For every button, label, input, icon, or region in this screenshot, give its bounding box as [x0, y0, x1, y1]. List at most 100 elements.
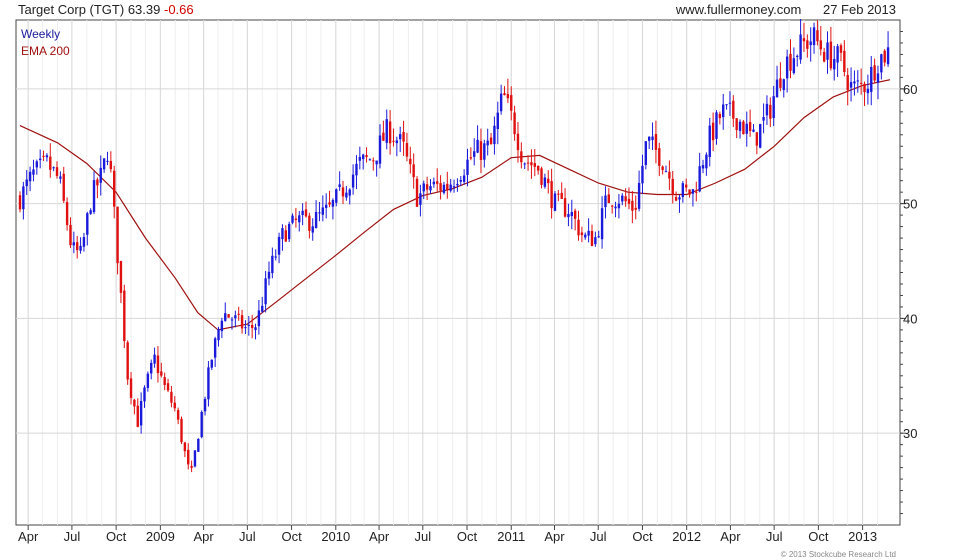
- chart-date: 27 Feb 2013: [822, 2, 896, 17]
- candle-body: [368, 159, 372, 161]
- candle-body: [267, 271, 271, 279]
- candle-body: [419, 193, 422, 205]
- candle-body: [274, 256, 277, 258]
- candle-body: [684, 184, 688, 188]
- candle-body: [116, 206, 119, 264]
- candle-body: [399, 134, 402, 140]
- candle-body: [291, 215, 294, 223]
- candle-body: [52, 167, 55, 169]
- candle-body: [96, 179, 99, 186]
- price-change: -0.66: [163, 2, 194, 17]
- candle-body: [176, 410, 180, 420]
- candle-body: [82, 237, 86, 247]
- candle-body: [86, 213, 89, 235]
- candle-body: [856, 80, 859, 82]
- candle-body: [496, 112, 499, 130]
- candle-body: [89, 210, 92, 214]
- candle-body: [395, 140, 399, 144]
- candle-body: [210, 359, 213, 368]
- candle-body: [361, 154, 365, 160]
- candle-body: [378, 135, 382, 164]
- candle-body: [143, 387, 146, 402]
- candle-body: [190, 465, 193, 468]
- y-tick-label: 40: [903, 311, 917, 326]
- candle-body: [271, 255, 274, 274]
- candle-body: [65, 202, 69, 226]
- candle-body: [792, 58, 796, 74]
- candle-body: [580, 232, 584, 236]
- candle-body: [573, 210, 577, 219]
- candle-body: [264, 278, 267, 305]
- x-tick-label: Apr: [720, 529, 741, 544]
- candle-body: [597, 236, 600, 238]
- candle-body: [261, 305, 264, 312]
- source-site: www.fullermoney.com: [675, 2, 802, 17]
- x-tick-label: Jul: [590, 529, 607, 544]
- candle-body: [499, 93, 503, 112]
- x-tick-label: Jul: [239, 529, 256, 544]
- candle-body: [728, 102, 732, 104]
- x-tick-label: Jul: [766, 529, 783, 544]
- candle-body: [72, 242, 76, 246]
- candle-body: [18, 195, 22, 210]
- candle-body: [644, 141, 648, 165]
- candle-body: [301, 210, 304, 216]
- candle-body: [55, 167, 59, 176]
- x-tick-label: Oct: [281, 529, 302, 544]
- candle-body: [846, 75, 849, 91]
- candle-body: [341, 187, 345, 197]
- candle-body: [715, 112, 718, 139]
- candle-body: [479, 141, 483, 160]
- candle-body: [92, 180, 96, 213]
- candle-body: [765, 103, 769, 116]
- candle-body: [681, 183, 685, 197]
- x-tick-label: 2011: [497, 529, 525, 544]
- candle-body: [139, 401, 143, 426]
- candle-body: [183, 442, 187, 452]
- candle-body: [119, 260, 123, 293]
- candle-body: [654, 134, 658, 150]
- candle-body: [170, 391, 173, 403]
- candle-body: [436, 181, 439, 184]
- candle-body: [224, 313, 227, 321]
- candle-body: [462, 175, 466, 182]
- x-tick-label: Oct: [457, 529, 478, 544]
- candle-body: [351, 174, 355, 188]
- candle-body: [160, 371, 163, 376]
- candle-body: [752, 129, 755, 132]
- candle-body: [748, 122, 752, 131]
- candle-body: [25, 179, 28, 187]
- candle-body: [173, 402, 176, 409]
- candle-body: [762, 117, 765, 121]
- candle-body: [614, 206, 617, 209]
- candle-body: [506, 93, 510, 99]
- candle-body: [180, 418, 183, 443]
- candle-body: [375, 160, 378, 165]
- candle-body: [785, 56, 789, 79]
- candle-body: [722, 104, 725, 118]
- candle-body: [311, 226, 314, 233]
- candle-body: [812, 27, 816, 46]
- candle-body: [738, 121, 742, 131]
- candle-body: [338, 184, 341, 188]
- candle-body: [469, 157, 473, 159]
- candle-body: [839, 45, 843, 53]
- candle-body: [294, 218, 298, 220]
- candle-body: [415, 178, 419, 207]
- candle-body: [106, 160, 109, 162]
- candle-body: [503, 93, 506, 96]
- candle-body: [526, 162, 530, 164]
- candle-body: [775, 79, 779, 98]
- candle-body: [836, 46, 839, 63]
- candle-body: [247, 324, 250, 326]
- candle-body: [779, 78, 782, 88]
- candle-body: [452, 186, 456, 188]
- candle-body: [658, 148, 661, 166]
- candle-body: [759, 123, 762, 148]
- candle-body: [166, 383, 170, 391]
- candle-body: [382, 132, 385, 141]
- candle-body: [553, 193, 557, 211]
- candle-body: [284, 230, 288, 242]
- candle-body: [627, 198, 631, 204]
- candle-body: [456, 183, 459, 186]
